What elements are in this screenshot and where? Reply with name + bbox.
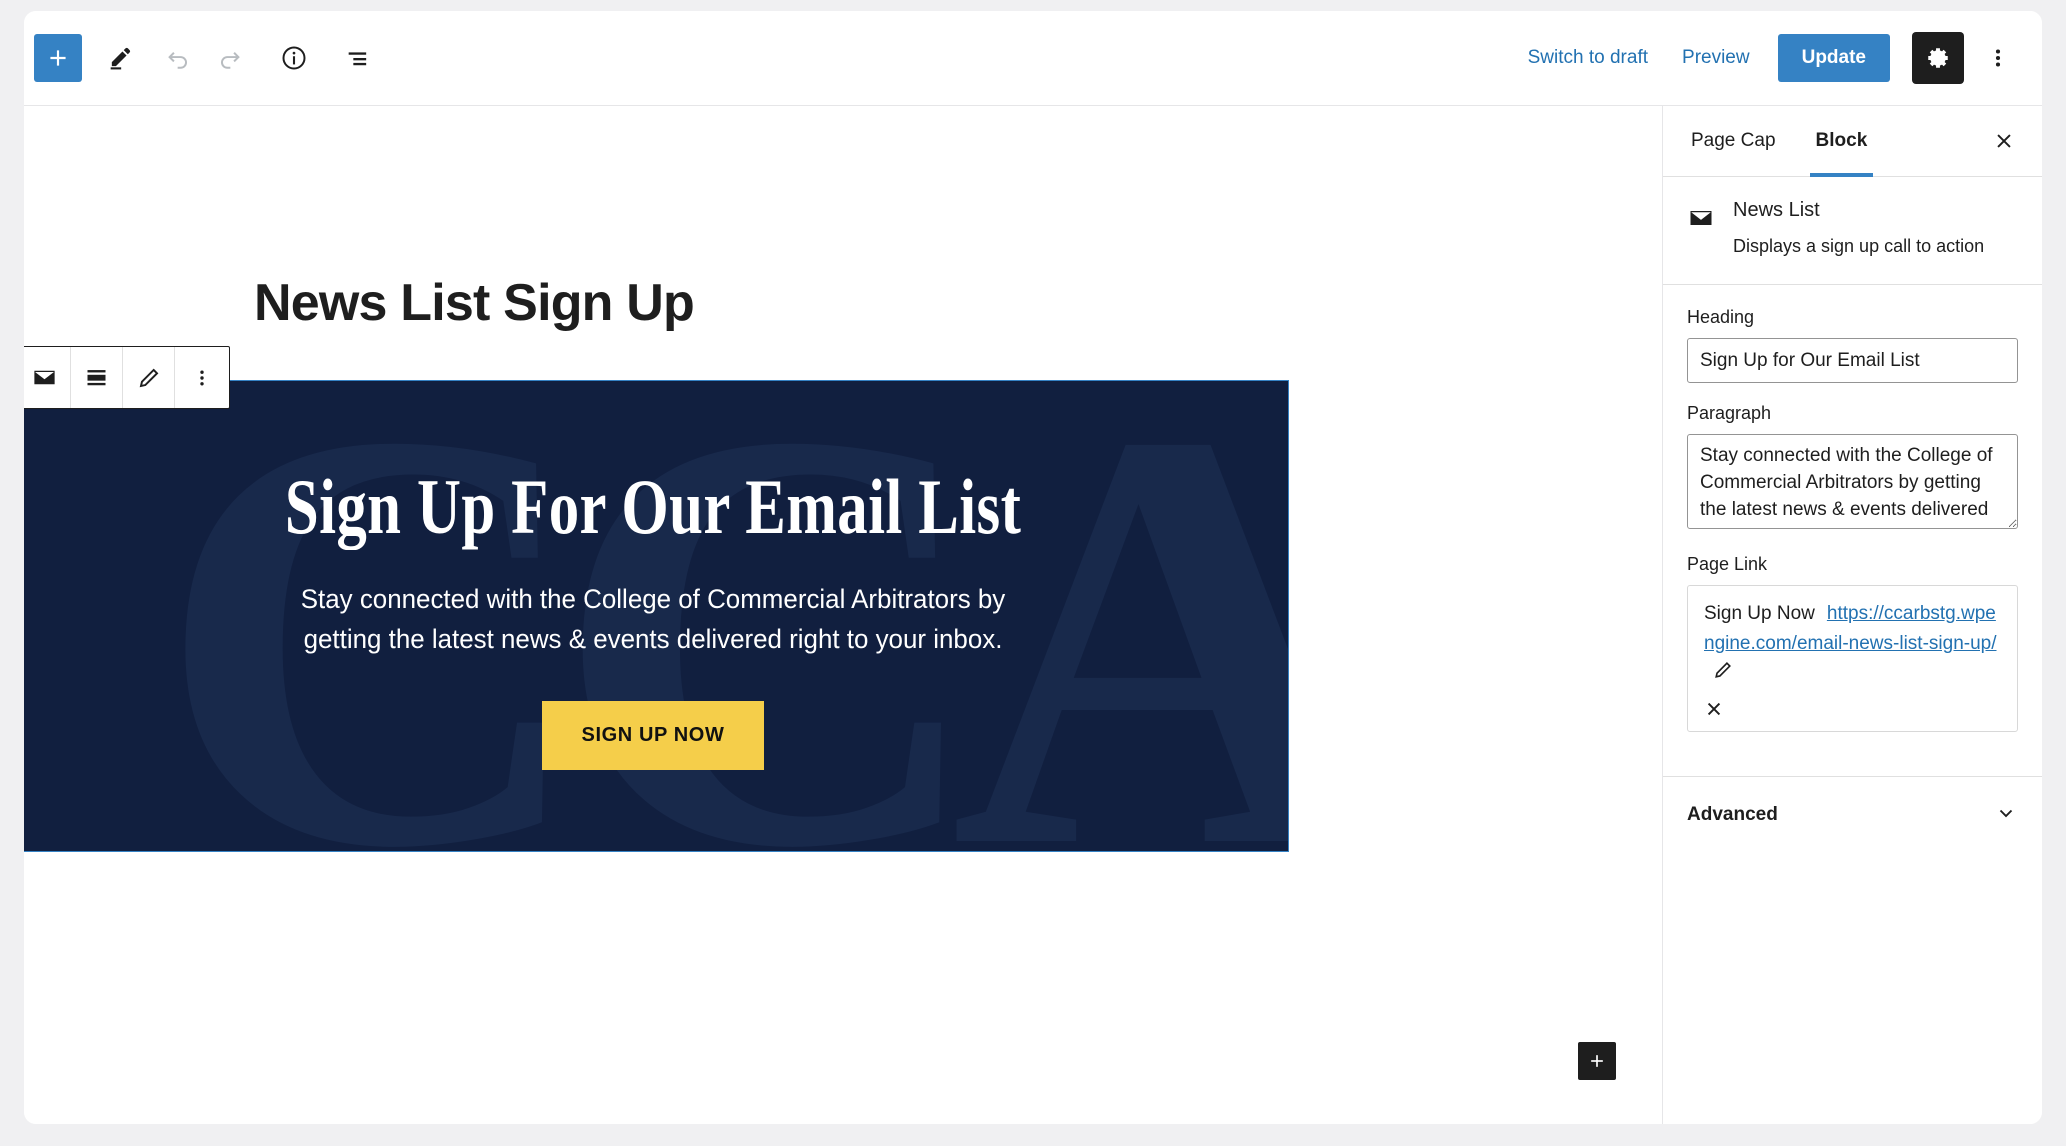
heading-field-group: Heading [1687,307,2018,384]
redo-button[interactable] [206,34,254,82]
remove-link-button[interactable] [1704,699,1724,719]
more-options-button[interactable] [1976,32,2020,84]
envelope-icon [34,370,55,385]
header-right-actions: Switch to draft Preview Update [1514,32,2020,84]
page-link-text: Sign Up Now [1704,603,1815,625]
pencil-icon [110,47,131,70]
block-settings-panel: Heading Paragraph Stay connected with th… [1663,285,2042,751]
news-list-block[interactable]: CCA Sign Up For Our Email List Stay conn… [24,380,1289,852]
gear-icon [1928,48,1948,68]
block-toolbar [24,346,230,409]
close-icon [1997,134,2011,148]
news-list-block-background: CCA Sign Up For Our Email List Stay conn… [24,381,1288,851]
block-info-description: Displays a sign up call to action [1733,236,1985,256]
block-edit-pencil-button[interactable] [123,347,175,408]
sign-up-now-button[interactable]: SIGN UP NOW [541,700,765,770]
link-edit-pencil-icon[interactable] [1712,659,1734,690]
page-link-field-group: Page Link Sign Up Now https://ccarbstg.wp… [1687,554,2018,732]
list-view-button[interactable] [334,34,382,82]
news-list-content: Sign Up For Our Email List Stay connecte… [24,381,1288,851]
block-appender-button[interactable] [1578,1042,1616,1080]
header-left-tools [34,34,382,82]
update-button[interactable]: Update [1777,34,1890,82]
page-link-row: Sign Up Now https://ccarbstg.wpengine.com… [1704,599,2001,690]
undo-button[interactable] [154,34,202,82]
details-info-button[interactable] [270,34,318,82]
block-type-envelope-button[interactable] [24,347,71,408]
editor-window: Switch to draft Preview Update News List… [24,11,2042,1124]
block-info-text: News List Displays a sign up call to act… [1733,199,1984,258]
paragraph-field-label: Paragraph [1687,403,1772,424]
sidebar-tabs: Page Cap Block [1663,106,2042,177]
vertical-dots-icon [200,370,204,385]
heading-input[interactable] [1687,338,2018,384]
chevron-down-icon [1994,801,2018,830]
envelope-icon [1687,204,1715,237]
close-icon [1707,702,1721,715]
block-info-card: News List Displays a sign up call to act… [1663,177,2042,286]
plus-icon [50,50,66,66]
pencil-icon [139,368,158,387]
block-more-options-button[interactable] [175,347,229,408]
block-info-title: News List [1733,199,1820,221]
block-align-button[interactable] [71,347,123,408]
close-sidebar-button[interactable] [1982,119,2026,163]
preview-button[interactable]: Preview [1668,37,1764,79]
redo-icon [221,52,240,69]
switch-to-draft-button[interactable]: Switch to draft [1514,37,1662,79]
heading-field-label: Heading [1687,307,1755,328]
list-view-icon [348,52,367,66]
news-list-heading[interactable]: Sign Up For Our Email List [285,462,1021,552]
settings-toggle-button[interactable] [1912,32,1964,84]
tab-page-cap[interactable]: Page Cap [1671,106,1796,176]
advanced-panel-toggle[interactable]: Advanced [1663,775,2042,854]
paragraph-field-group: Paragraph Stay connected with the Colleg… [1687,403,2018,534]
add-block-inserter-button[interactable] [34,34,82,82]
paragraph-textarea[interactable]: Stay connected with the College of Comme… [1687,434,2018,530]
tab-block[interactable]: Block [1796,106,1888,177]
editor-header: Switch to draft Preview Update [24,11,2042,106]
info-icon [282,46,306,70]
page-link-field-label: Page Link [1687,554,1768,575]
align-center-icon [87,370,106,386]
page-title[interactable]: News List Sign Up [254,273,695,333]
plus-icon [1591,1055,1603,1067]
editor-canvas[interactable]: News List Sign Up CCA Sign Up For Our Em… [24,106,1663,1124]
advanced-panel-label: Advanced [1687,804,1778,826]
tools-pencil-button[interactable] [96,34,144,82]
vertical-dots-icon [1995,49,2001,67]
news-list-paragraph[interactable]: Stay connected with the College of Comme… [298,580,1008,658]
settings-sidebar: Page Cap Block News List Displays a sign… [1663,106,2042,1124]
page-link-box: Sign Up Now https://ccarbstg.wpengine.com… [1687,585,2018,732]
editor-body: News List Sign Up CCA Sign Up For Our Em… [24,106,2042,1124]
undo-icon [168,52,187,69]
